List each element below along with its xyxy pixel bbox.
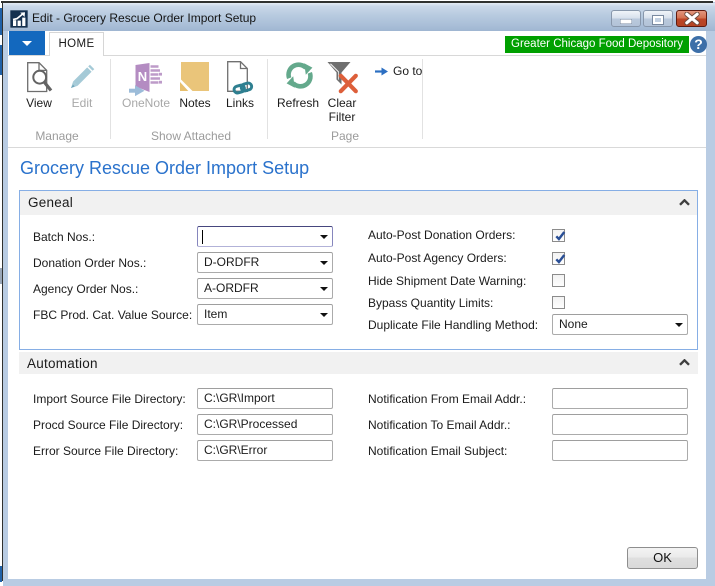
svg-text:N: N (138, 69, 147, 84)
